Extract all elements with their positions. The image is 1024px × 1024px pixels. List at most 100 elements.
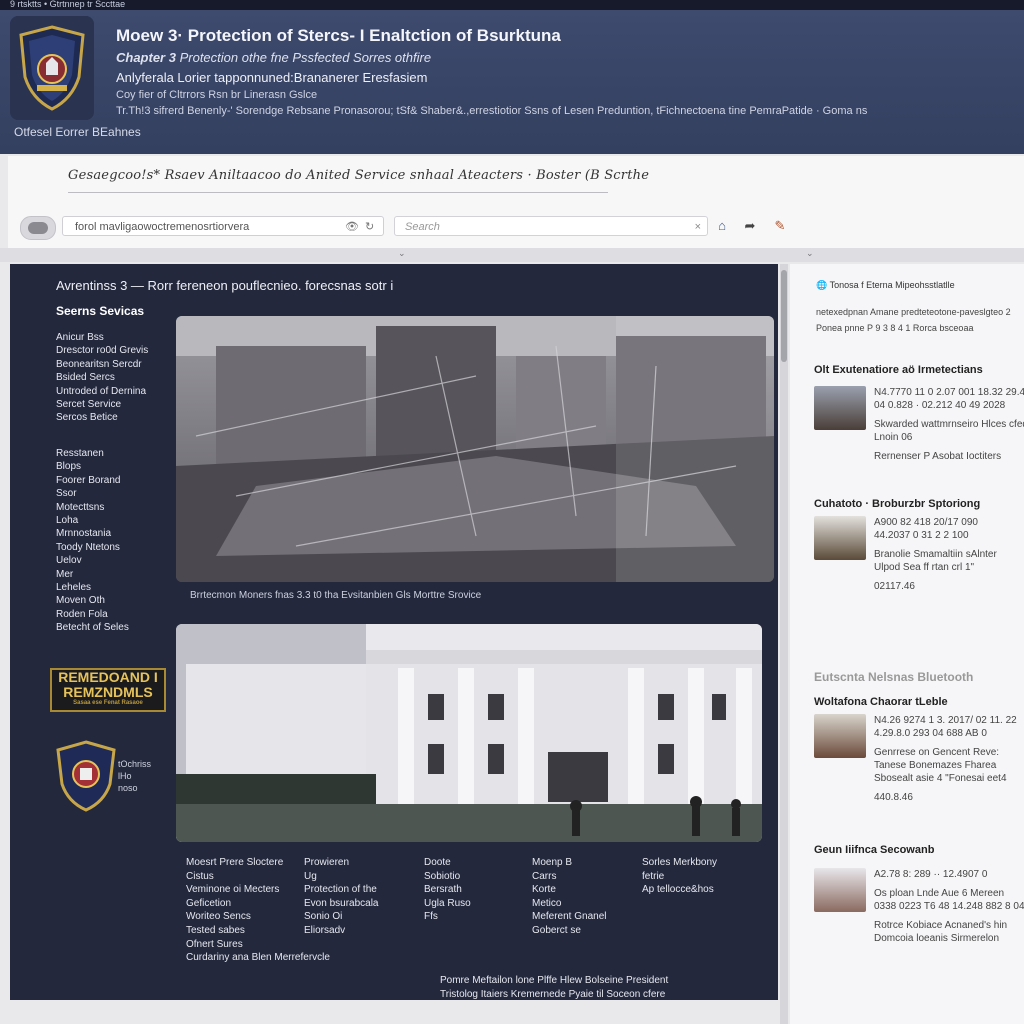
- sidebar-item[interactable]: Dresctor ro0d Grevis: [56, 344, 174, 357]
- news-item[interactable]: Olt Exutenatiore aö Irmetectians N4.7770…: [814, 364, 1024, 462]
- news-thumbnail[interactable]: [814, 386, 866, 430]
- brand-divider: [68, 192, 608, 193]
- header-line-1: Coy fier of Cltrrors Rsn br Linerasn Gsl…: [116, 89, 318, 101]
- news-thumbnail[interactable]: [814, 516, 866, 560]
- news-heading[interactable]: Woltafona Chaorar tLeble: [814, 696, 1024, 708]
- bookmark-icon[interactable]: ✎: [772, 218, 788, 234]
- scrollbar-thumb[interactable]: [781, 270, 787, 362]
- sidebar-top-line: 🌐 Tonosa f Eterna Mipeohsstlatlle: [816, 280, 955, 290]
- footer-link[interactable]: Metico: [532, 897, 607, 911]
- chevron-down-icon-2[interactable]: ⌄: [806, 248, 814, 259]
- footer-link[interactable]: Eliorsadv: [304, 924, 379, 938]
- chapter-subtitle: Chapter 3 Protection othe fne Pssfected …: [116, 50, 431, 65]
- sidebar-item[interactable]: Mer: [56, 568, 174, 581]
- sidebar-item[interactable]: Resstanen: [56, 447, 174, 460]
- footer-link[interactable]: Doote: [424, 856, 471, 870]
- footer-column-3: Doote Sobiotio Bersrath Ugla Ruso Ffs: [424, 856, 471, 924]
- news-item[interactable]: Cuhatoto · Broburzbr Sptoriong A900 82 4…: [814, 498, 1024, 592]
- footer-link[interactable]: Prowieren: [304, 856, 379, 870]
- sidebar-item[interactable]: Sercet Service: [56, 398, 174, 411]
- white-house-photo: [176, 624, 762, 842]
- sidebar-item[interactable]: Roden Fola: [56, 608, 174, 621]
- faint-heading: Eutscnta Nelsnas Bluetooth: [814, 670, 974, 684]
- search-placeholder: Search: [405, 221, 440, 233]
- news-text: N4.7770 11 0 2.07 001 18.32 29.4 04 0.82…: [874, 387, 1024, 462]
- section-title: Avrentinss 3 — Rorr fereneon pouflecnieo…: [56, 278, 394, 293]
- news-text: A900 82 418 20/17 090 44.2037 0 31 2 2 1…: [874, 517, 997, 592]
- footer-link[interactable]: Goberct se: [532, 924, 607, 938]
- sidebar-item[interactable]: Foorer Borand: [56, 474, 174, 487]
- sidebar-item[interactable]: Loha: [56, 514, 174, 527]
- search-input[interactable]: Search ×: [394, 216, 708, 236]
- footer-link[interactable]: Meferent Gnanel: [532, 910, 607, 924]
- sidebar-item[interactable]: Uelov: [56, 554, 174, 567]
- sidebar-item[interactable]: Mrnnostania: [56, 527, 174, 540]
- footer-link[interactable]: Ug: [304, 870, 379, 884]
- window-title-strip: 9 rtsktts • Gtrtnnep tr Sccttae: [0, 0, 1024, 10]
- back-button[interactable]: [20, 216, 56, 240]
- header-line-2: Tr.Th!3 sifrerd Benenly-' Sorendge Rebsa…: [116, 105, 868, 117]
- sidebar-item[interactable]: Bsided Sercs: [56, 371, 174, 384]
- search-clear-icon[interactable]: ×: [695, 217, 701, 237]
- footer-link[interactable]: Protection of the: [304, 883, 379, 897]
- footer-link[interactable]: Sonio Oi: [304, 910, 379, 924]
- news-heading[interactable]: Olt Exutenatiore aö Irmetectians: [814, 364, 1024, 376]
- footer-column-5: Sorles Merkbony fetrie Ap tellocce&hos: [642, 856, 717, 897]
- content-divider: ⌄ ⌄: [0, 248, 1024, 262]
- news-text: N4.26 9274 1 3. 2017/ 02 11. 22 4.29.8.0…: [874, 715, 1017, 803]
- news-item[interactable]: Geun Iiifnca Secowanb A2.78 8: 289 ·· 12…: [814, 844, 1024, 944]
- footer-link[interactable]: Ofnert Sures: [186, 938, 330, 952]
- news-thumbnail[interactable]: [814, 868, 866, 912]
- footer-link[interactable]: Moenp B: [532, 856, 607, 870]
- news-text: A2.78 8: 289 ·· 12.4907 0 Os ploan Lnde …: [874, 869, 1024, 944]
- globe-icon: 🌐: [816, 280, 828, 290]
- news-heading[interactable]: Geun Iiifnca Secowanb: [814, 844, 1024, 856]
- sidebar-list-primary: Anicur Bss Dresctor ro0d Grevis Beoneari…: [56, 331, 174, 425]
- chevron-down-icon[interactable]: ⌄: [398, 248, 406, 259]
- share-icon[interactable]: ➦: [742, 218, 758, 234]
- news-heading[interactable]: Cuhatoto · Broburzbr Sptoriong: [814, 498, 1024, 510]
- footer-link[interactable]: Evon bsurabcala: [304, 897, 379, 911]
- site-brand[interactable]: Gesaegcoo!s* Rsaev Aniltaacoo do Anited …: [68, 168, 649, 183]
- sidebar-item[interactable]: Ssor: [56, 487, 174, 500]
- sidebar-item[interactable]: Anicur Bss: [56, 331, 174, 344]
- sidebar-item[interactable]: Motecttsns: [56, 501, 174, 514]
- sidebar-item[interactable]: Toody Ntetons: [56, 541, 174, 554]
- sidebar-list-secondary: Resstanen Blops Foorer Borand Ssor Motec…: [56, 447, 174, 635]
- footer-link[interactable]: Bersrath: [424, 883, 471, 897]
- news-thumbnail[interactable]: [814, 714, 866, 758]
- footer-link[interactable]: Carrs: [532, 870, 607, 884]
- chapter-title: Moew 3· Protection of Stercs- I Enaltcti…: [116, 26, 561, 45]
- eye-icon[interactable]: 👁: [345, 217, 359, 235]
- sidebar-heading: Seerns Sevicas: [56, 304, 145, 318]
- footer-link[interactable]: Ap tellocce&hos: [642, 883, 717, 897]
- footer-link[interactable]: Ugla Ruso: [424, 897, 471, 911]
- footer-link[interactable]: Ffs: [424, 910, 471, 924]
- reload-icon[interactable]: ↻: [365, 217, 374, 235]
- sidebar-item[interactable]: Untroded of Dernina: [56, 385, 174, 398]
- page-header: Moew 3· Protection of Stercs- I Enaltcti…: [0, 10, 1024, 154]
- footer-link[interactable]: Korte: [532, 883, 607, 897]
- url-bar[interactable]: forol mavligaowoctremenosrtiorvera 👁 ↻: [62, 216, 384, 236]
- header-subtitle: Anlyferala Lorier tapponnuned:Brananerer…: [116, 70, 428, 85]
- building-debris-photo: [176, 316, 774, 582]
- footer-note: Pomre Meftailon lone Plffe Hlew Bolseine…: [440, 975, 669, 1000]
- sidebar-item[interactable]: Blops: [56, 460, 174, 473]
- photo-caption: Brrtecmon Moners fnas 3.3 t0 tha Evsitan…: [190, 590, 482, 601]
- right-sidebar: 🌐 Tonosa f Eterna Mipeohsstlatlle netexe…: [790, 264, 1024, 1024]
- remembrance-badge[interactable]: REMEDOAND I REMZNDMLS Sasaa ese Fenat Ra…: [50, 668, 166, 712]
- sidebar-item[interactable]: Sercos Betice: [56, 411, 174, 424]
- sidebar-item[interactable]: Leheles: [56, 581, 174, 594]
- footer-link[interactable]: Sobiotio: [424, 870, 471, 884]
- footer-link[interactable]: Sorles Merkbony: [642, 856, 717, 870]
- footer-link[interactable]: Curdariny ana Blen Merrefervcle: [186, 951, 330, 965]
- sidebar-item[interactable]: Betecht of Seles: [56, 621, 174, 634]
- sidebar-item[interactable]: Beonearitsn Sercdr: [56, 358, 174, 371]
- footer-link[interactable]: fetrie: [642, 870, 717, 884]
- news-item[interactable]: Woltafona Chaorar tLeble N4.26 9274 1 3.…: [814, 696, 1024, 803]
- main-scrollbar[interactable]: [780, 264, 788, 1024]
- chapter-label: Chapter 3: [116, 50, 176, 65]
- home-icon[interactable]: ⌂: [714, 218, 730, 234]
- chapter-text: Protection othe fne Pssfected Sorres oth…: [179, 50, 432, 65]
- sidebar-item[interactable]: Moven Oth: [56, 594, 174, 607]
